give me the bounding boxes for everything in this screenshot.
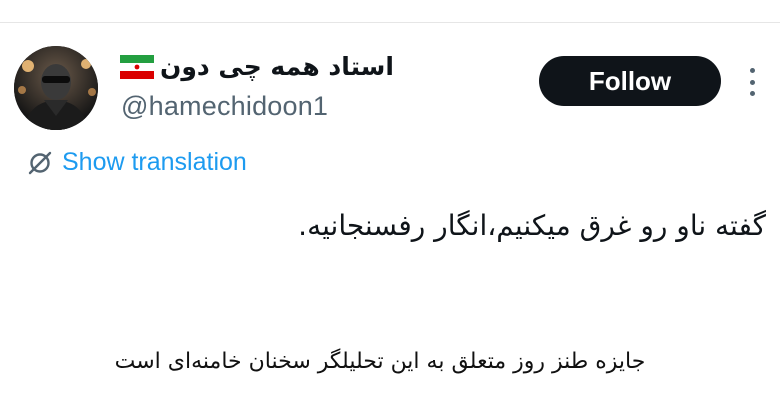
show-translation-label[interactable]: Show translation — [62, 148, 247, 177]
author-name-row[interactable]: استاد همه چی دون — [120, 52, 394, 81]
avatar[interactable] — [14, 46, 98, 130]
follow-button[interactable]: Follow — [539, 56, 721, 106]
more-vertical-icon[interactable] — [744, 66, 760, 98]
more-dot — [749, 91, 755, 96]
tweet-body-text: گفته ناو رو غرق میکنیم،انگار رفسنجانیه. — [298, 209, 766, 242]
translate-icon — [26, 149, 54, 177]
more-dot — [749, 68, 755, 73]
show-translation-link[interactable]: Show translation — [26, 148, 247, 177]
tweet-screenshot: استاد همه چی دون @hamechidoon1 Follow Sh… — [0, 0, 780, 403]
author-handle[interactable]: @hamechidoon1 — [121, 91, 328, 122]
author-display-name[interactable]: استاد همه چی دون — [160, 52, 394, 81]
top-divider — [0, 22, 780, 23]
image-caption: جایزه طنز روز متعلق به این تحلیلگر سخنان… — [114, 349, 646, 374]
avatar-photo — [14, 46, 98, 130]
more-dot — [749, 79, 755, 85]
iran-flag-icon — [120, 54, 154, 79]
